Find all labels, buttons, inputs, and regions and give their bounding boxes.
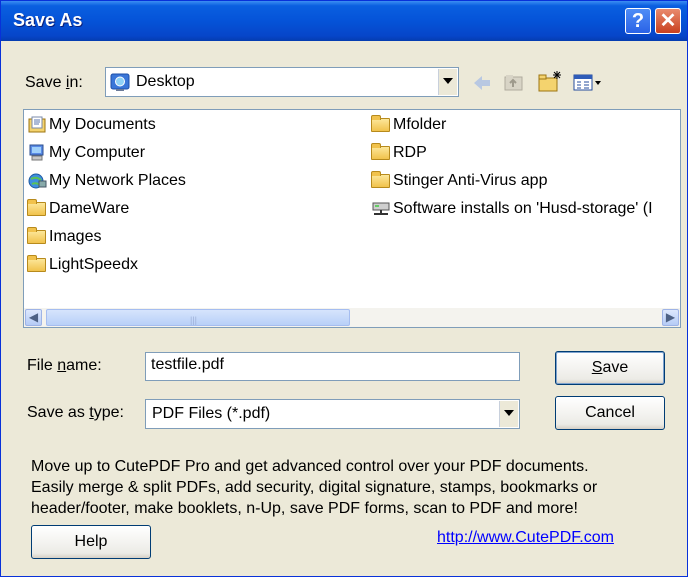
title-bar[interactable]: Save As ? ✕ [1,1,687,41]
folder-icon [371,115,391,134]
file-name-label: File name: [27,357,102,374]
save-in-value: Desktop [136,73,195,90]
save-as-dialog: Save As ? ✕ Save in: Desktop My Document… [0,0,688,577]
list-item[interactable]: My Documents [27,114,156,136]
network-drive-icon [371,200,391,218]
list-item-label: My Network Places [49,172,186,189]
promo-text: Move up to CutePDF Pro and get advanced … [31,456,681,519]
chevron-down-icon[interactable] [438,69,457,95]
save-in-dropdown[interactable]: Desktop [105,67,459,97]
save-in-label: Save in: [25,74,83,91]
list-item[interactable]: DameWare [27,198,129,220]
folder-icon [371,143,391,162]
list-item[interactable]: Stinger Anti-Virus app [371,170,547,192]
list-item-label: Software installs on 'Husd-storage' (I [393,200,653,217]
list-item-label: DameWare [49,200,130,217]
my-documents-icon [27,116,47,134]
folder-icon [27,227,47,246]
up-folder-icon[interactable] [503,72,525,92]
promo-line-3: header/footer, make booklets, n-Up, save… [31,500,578,517]
desktop-icon [110,72,130,92]
file-name-input[interactable]: testfile.pdf [145,352,520,381]
list-item[interactable]: Software installs on 'Husd-storage' (I [371,198,653,220]
folder-icon [27,255,47,274]
file-list[interactable]: My Documents My Computer My Network Places… [23,109,681,328]
cancel-button[interactable]: Cancel [555,396,665,430]
horizontal-scrollbar[interactable]: ◀ ||| ▶ [24,308,680,327]
save-as-type-label: Save as type: [27,404,124,421]
list-item-label: LightSpeedx [49,256,138,273]
list-item-label: My Documents [49,116,156,133]
scroll-thumb[interactable]: ||| [46,309,350,326]
scroll-left-button[interactable]: ◀ [25,309,42,326]
list-item-label: My Computer [49,144,146,161]
help-title-button[interactable]: ? [625,8,651,34]
new-folder-icon[interactable] [537,69,563,93]
list-item-label: Mfolder [393,116,447,133]
list-item[interactable]: Images [27,226,101,248]
list-item-label: Stinger Anti-Virus app [393,172,548,189]
save-button[interactable]: Save [555,351,665,385]
views-menu-icon[interactable] [573,73,603,93]
folder-icon [371,171,391,190]
folder-icon [27,199,47,218]
save-as-type-value: PDF Files (*.pdf) [152,405,271,422]
scroll-right-button[interactable]: ▶ [662,309,679,326]
cutepdf-link[interactable]: http://www.CutePDF.com [437,529,614,547]
list-item[interactable]: My Network Places [27,170,186,192]
chevron-down-icon[interactable] [499,401,518,427]
close-button[interactable]: ✕ [655,8,681,34]
list-item-label: RDP [393,144,427,161]
list-item[interactable]: LightSpeedx [27,254,138,276]
my-computer-icon [27,144,47,162]
back-arrow-icon[interactable] [471,73,493,93]
window-title: Save As [13,10,83,30]
promo-line-1: Move up to CutePDF Pro and get advanced … [31,458,589,475]
promo-line-2: Easily merge & split PDFs, add security,… [31,479,598,496]
save-as-type-dropdown[interactable]: PDF Files (*.pdf) [145,399,520,429]
network-places-icon [27,172,47,190]
list-item[interactable]: Mfolder [371,114,446,136]
help-button[interactable]: Help [31,525,151,559]
list-item-label: Images [49,228,102,245]
list-item[interactable]: My Computer [27,142,145,164]
list-item[interactable]: RDP [371,142,427,164]
